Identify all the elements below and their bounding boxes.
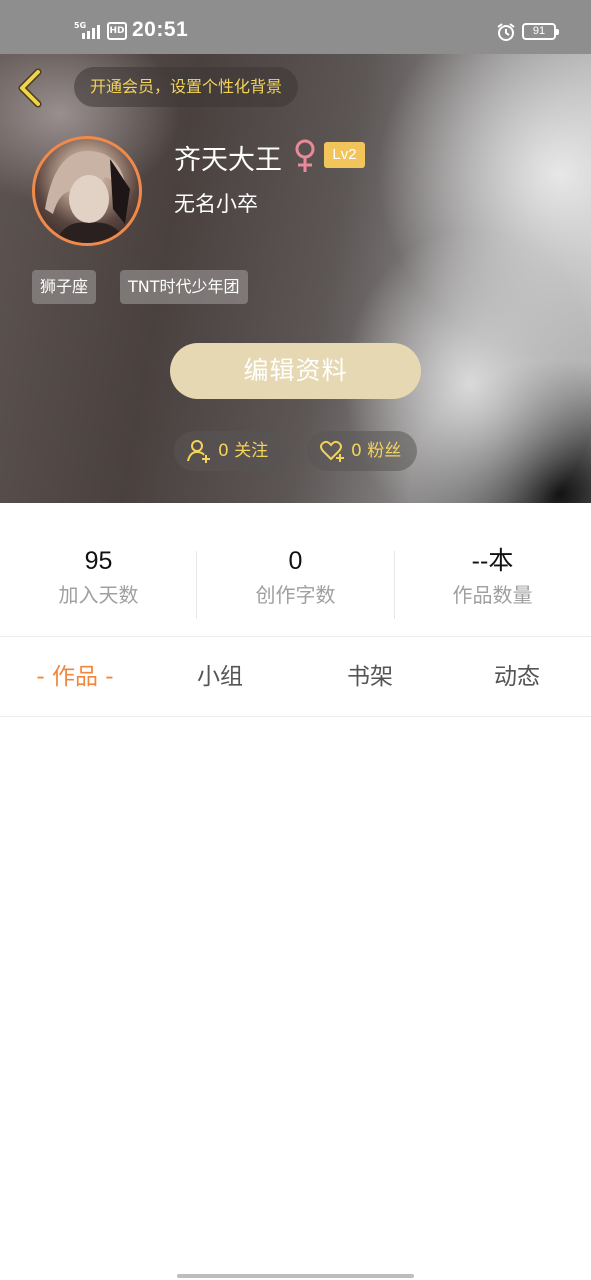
alarm-icon [497, 23, 515, 41]
tag-fan-group: TNT时代少年团 [120, 270, 248, 304]
chevron-left-icon[interactable] [14, 66, 48, 110]
following-button[interactable]: 0 关注 [174, 431, 284, 471]
home-indicator[interactable] [177, 1274, 414, 1278]
divider [0, 716, 591, 717]
status-bar: 5G HD 20:51 91 [0, 0, 591, 54]
stat-label: 加入天数 [58, 583, 139, 607]
stat-days-joined: 95 加入天数 [0, 545, 197, 625]
hd-icon: HD [107, 22, 127, 40]
female-icon [295, 139, 315, 172]
level-badge: Lv2 [324, 142, 365, 168]
stats-row: 95 加入天数 0 创作字数 --本 作品数量 [0, 545, 591, 625]
tab-works[interactable]: - 作品 - [20, 637, 130, 717]
stat-value: 95 [84, 547, 113, 575]
stat-value: 0 [288, 547, 303, 575]
status-time: 20:51 [132, 18, 189, 41]
avatar[interactable] [32, 136, 142, 246]
fans-button[interactable]: 0 粉丝 [307, 431, 417, 471]
tag-zodiac: 狮子座 [32, 270, 97, 304]
tab-groups[interactable]: 小组 [180, 637, 260, 717]
profile-tabs: - 作品 - 小组 书架 动态 [0, 637, 591, 717]
user-title: 无名小卒 [174, 192, 258, 216]
profile-header: 开通会员，设置个性化背景 齐天大王 Lv2 无名小卒 狮子座 TNT时代少年团 … [0, 54, 591, 503]
signal-icon: 5G [74, 21, 100, 39]
tab-bookshelf[interactable]: 书架 [330, 637, 410, 717]
stat-value: --本 [471, 547, 514, 575]
battery-indicator: 91 [522, 23, 559, 40]
stat-label: 作品数量 [452, 583, 533, 607]
following-count: 0 关注 [218, 441, 269, 461]
network-label: 5G [74, 21, 86, 30]
fans-count: 0 粉丝 [351, 441, 402, 461]
stat-works-count: --本 作品数量 [394, 545, 591, 625]
vip-background-prompt[interactable]: 开通会员，设置个性化背景 [74, 67, 299, 107]
heart-add-icon [320, 440, 344, 462]
stat-words-written: 0 创作字数 [197, 545, 394, 625]
avatar-image [45, 150, 130, 243]
stat-label: 创作字数 [255, 583, 336, 607]
username: 齐天大王 [174, 145, 282, 176]
tab-activity[interactable]: 动态 [477, 637, 557, 717]
person-add-icon [187, 440, 210, 463]
edit-profile-button[interactable]: 编辑资料 [170, 343, 421, 399]
